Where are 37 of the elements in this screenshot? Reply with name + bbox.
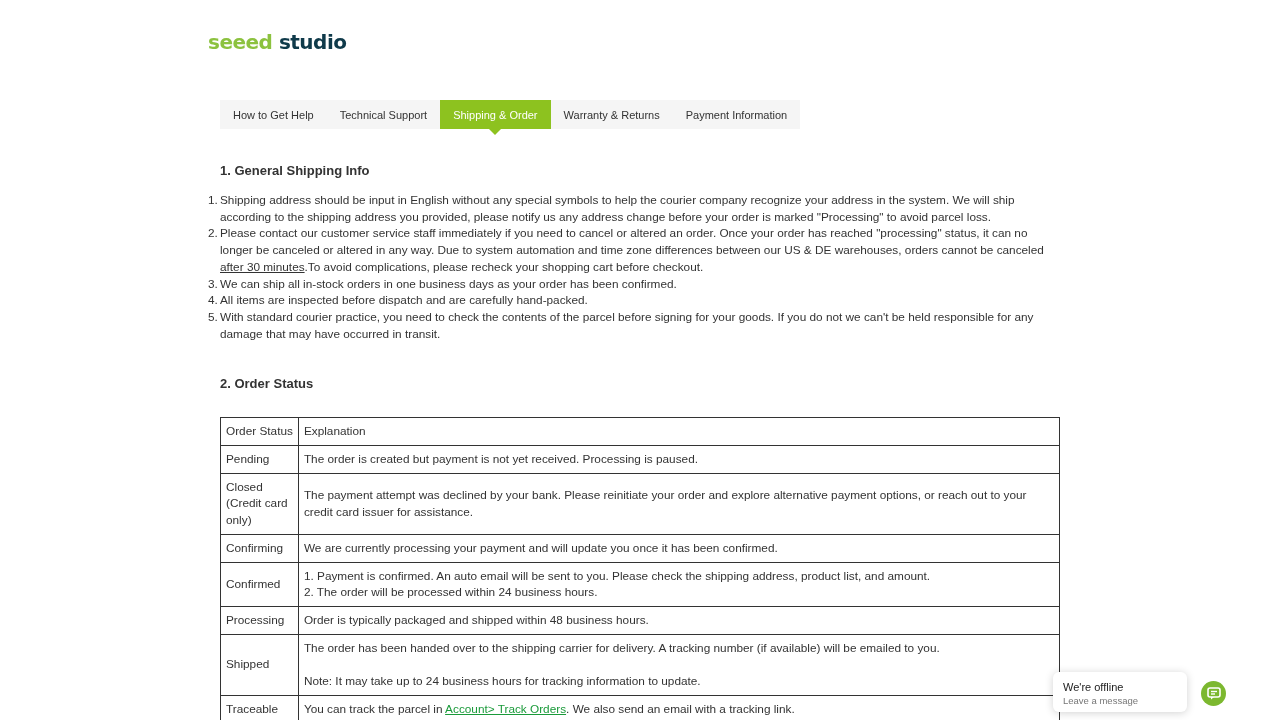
tab[interactable]: How to Get Help	[220, 100, 327, 129]
seeed-studio-logo[interactable]: seeed studio	[208, 30, 347, 54]
table-cell: Processing	[220, 606, 299, 635]
list-number: 2.	[208, 225, 219, 243]
table-cell: Closed (Credit card only)	[220, 473, 299, 535]
table-cell: Traceable	[220, 695, 299, 720]
table-cell: 1. Payment is confirmed. An auto email will be sent to you. Please check the shipping address, product list, and amount. 2. The order will be processed within 24 business hours.	[298, 562, 1060, 607]
tab[interactable]: Payment Information	[672, 100, 801, 129]
active-tab-pointer	[489, 129, 502, 135]
chat-button[interactable]	[1201, 681, 1226, 706]
list-number: 4.	[208, 292, 219, 309]
table-cell: Order is typically packaged and shipped within 48 business hours.	[298, 606, 1060, 635]
table-cell: We are currently processing your payment and will update you once it has been confirmed.	[298, 534, 1060, 563]
table-header-cell: Order Status	[220, 417, 299, 446]
list-item-text: All items are inspected before dispatch and are carefully hand-packed.	[220, 292, 589, 309]
chat-icon	[1206, 687, 1221, 700]
list-item-text: We can ship all in-stock orders in one business days as your order has been confirmed.	[220, 275, 678, 293]
tab[interactable]: Warranty & Returns	[550, 100, 673, 129]
list-item-text: Shipping address should be input in English without any special symbols to help the courier company recognize your address in the system. We will ship according to the shipping address you provided, please notify us any address change before your order is marked "Processing" to avoid parcel loss.	[220, 192, 1016, 226]
table-cell: Pending	[220, 445, 299, 474]
section-heading: 1. General Shipping Info	[220, 163, 371, 178]
table-header-cell: Explanation	[298, 417, 1060, 446]
list-item-text: With standard courier practice, you need to check the contents of the parcel before signing for your goods. If you do not we can't be held responsible for any damage that may have occurred in transit.	[220, 308, 1035, 343]
chat-status-bubble[interactable]: We're offline Leave a message	[1053, 672, 1187, 712]
list-number: 5.	[208, 308, 219, 326]
tab[interactable]: Technical Support	[326, 100, 441, 129]
list-number: 3.	[208, 275, 219, 293]
table-cell: Shipped	[220, 634, 299, 696]
list-item-text: Please contact our customer service staff immediately if you need to cancel or altered an order. Once your order has reached "processing" status, it can no longer be canceled or altered in any way. Due to system automation and time zone differences between our US & DE warehouses, orders cannot be canceled after 30 minutes.To avoid complications, please recheck your shopping cart before checkout.	[220, 225, 1045, 276]
table-cell: The payment attempt was declined by your bank. Please reinitiate your order and explore alternative payment options, or reach out to your credit card issuer for assistance.	[298, 473, 1060, 535]
table-cell: Confirming	[220, 534, 299, 563]
table-cell: Confirmed	[220, 562, 299, 607]
section-heading: 2. Order Status	[220, 376, 315, 392]
table-cell: The order is created but payment is not yet received. Processing is paused.	[298, 445, 1060, 474]
chat-subtitle: Leave a message	[1063, 694, 1139, 708]
chat-title: We're offline	[1063, 681, 1125, 694]
list-number: 1.	[208, 192, 219, 209]
